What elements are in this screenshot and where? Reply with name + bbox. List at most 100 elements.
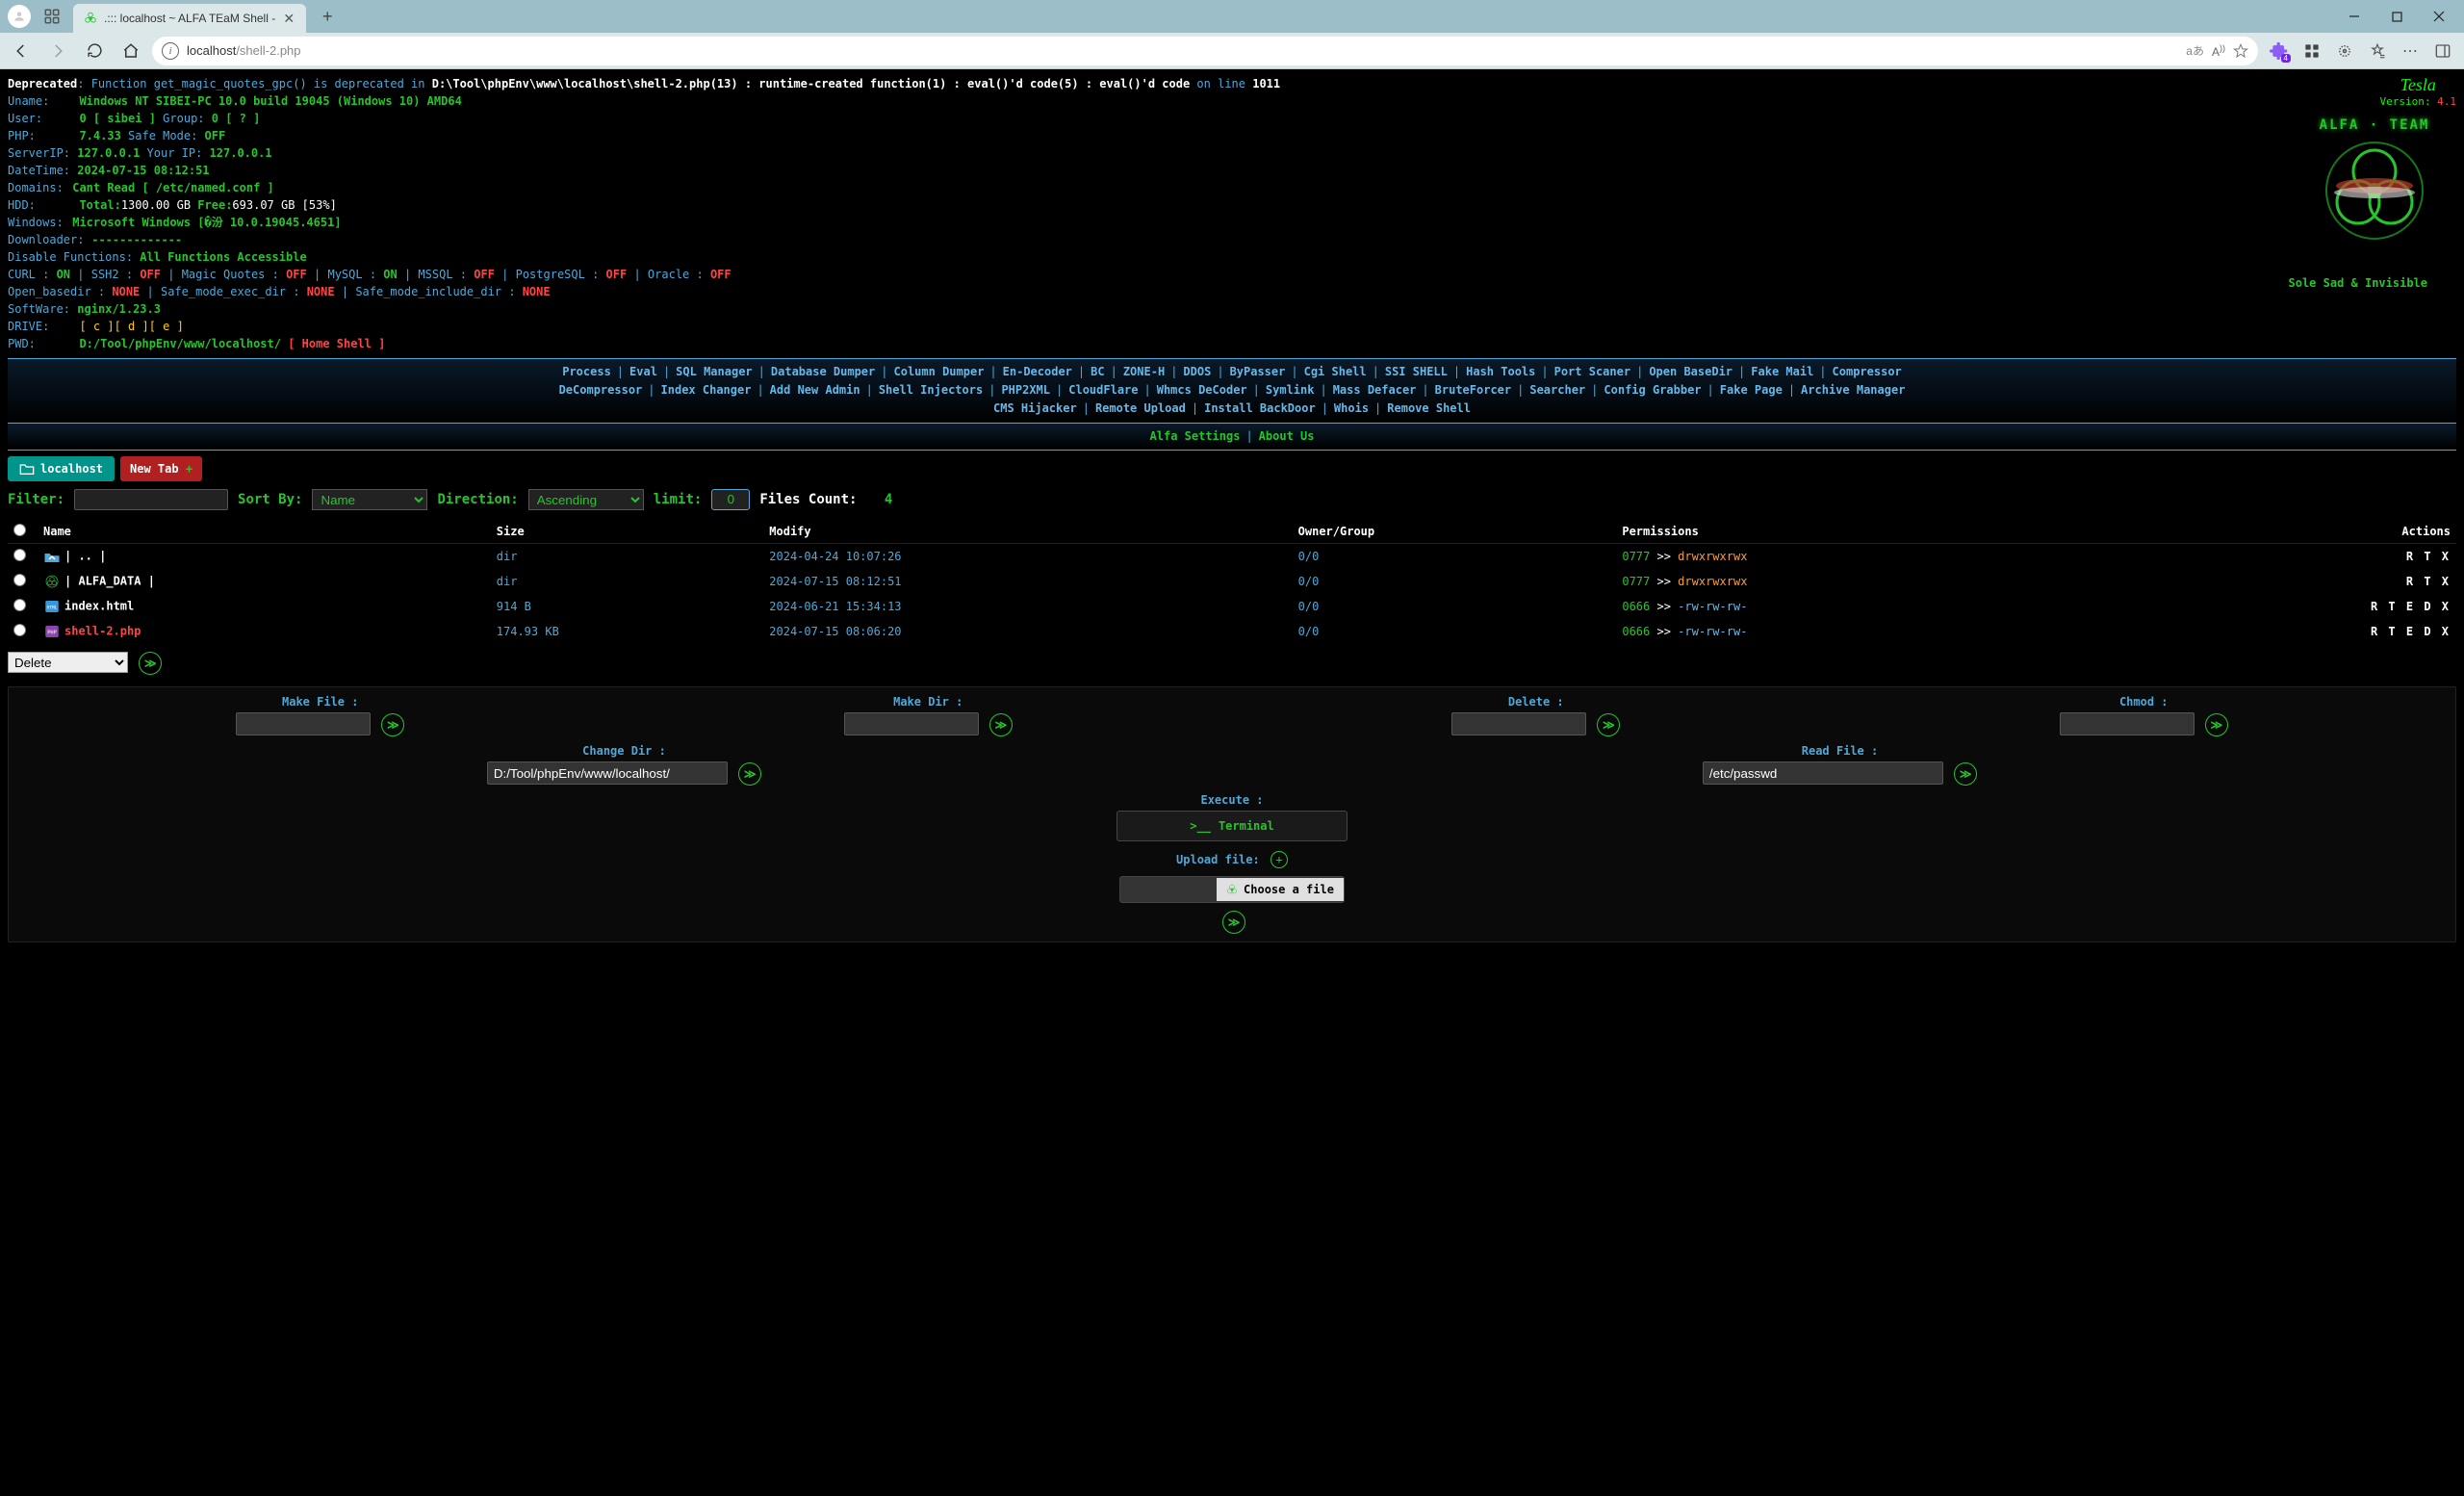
browser-tab[interactable]: .::: localhost ~ ALFA TEaM Shell - ✕ — [73, 4, 306, 33]
menu-item[interactable]: Eval — [629, 365, 657, 378]
change-dir-go[interactable]: ≫ — [738, 762, 761, 786]
row-select-radio[interactable] — [13, 574, 26, 586]
home-button[interactable] — [116, 36, 146, 66]
upload-add-button[interactable]: + — [1270, 851, 1288, 868]
menu-item[interactable]: Config Grabber — [1604, 383, 1701, 397]
direction-select[interactable]: Ascending — [528, 489, 644, 510]
menu-item[interactable]: DDOS — [1183, 365, 1211, 378]
sortby-select[interactable]: Name — [312, 489, 427, 510]
forward-button[interactable] — [42, 36, 73, 66]
menu-item[interactable]: Searcher — [1529, 383, 1585, 397]
menu-item[interactable]: BruteForcer — [1435, 383, 1511, 397]
workspaces-icon[interactable] — [38, 3, 65, 30]
back-button[interactable] — [6, 36, 37, 66]
select-all-radio[interactable] — [13, 524, 26, 536]
menu-item[interactable]: Process — [562, 365, 611, 378]
row-actions[interactable]: R T E D X — [2119, 594, 2456, 619]
site-info-icon[interactable]: i — [162, 42, 179, 60]
menu-item[interactable]: About Us — [1259, 429, 1315, 443]
menu-item[interactable]: DeCompressor — [559, 383, 643, 397]
drive-e-link[interactable]: [ e ] — [149, 320, 184, 333]
menu-item[interactable]: ByPasser — [1230, 365, 1286, 378]
menu-item[interactable]: Add New Admin — [770, 383, 860, 397]
close-window-button[interactable] — [2418, 1, 2460, 32]
menu-item[interactable]: Fake Page — [1720, 383, 1783, 397]
menu-item[interactable]: Remote Upload — [1095, 401, 1186, 415]
profile-avatar[interactable] — [8, 5, 31, 28]
menu-item[interactable]: Column Dumper — [894, 365, 985, 378]
extension-icon[interactable]: 4 — [2264, 36, 2295, 66]
shell-tab-current[interactable]: localhost — [8, 456, 115, 481]
file-name-link[interactable]: | .. | — [64, 549, 106, 562]
tab-close-button[interactable]: ✕ — [281, 11, 296, 26]
read-file-input[interactable] — [1703, 761, 1943, 785]
read-aloud-icon[interactable]: A)) — [2212, 43, 2225, 59]
file-name-link[interactable]: | ALFA_DATA | — [64, 574, 155, 587]
translate-hint[interactable]: aあ — [2186, 42, 2204, 59]
favorite-icon[interactable] — [2233, 43, 2248, 59]
menu-item[interactable]: BC — [1091, 365, 1104, 378]
menu-item[interactable]: Whois — [1334, 401, 1369, 415]
row-actions[interactable]: R T X — [2119, 543, 2456, 569]
menu-button[interactable]: ⋯ — [2395, 36, 2426, 66]
menu-item[interactable]: Archive Manager — [1801, 383, 1905, 397]
choose-file-button[interactable]: Choose a file — [1119, 876, 1345, 903]
delete-input[interactable] — [1451, 712, 1586, 735]
menu-item[interactable]: Port Scaner — [1554, 365, 1630, 378]
row-actions[interactable]: R T E D X — [2119, 619, 2456, 644]
menu-item[interactable]: Install BackDoor — [1204, 401, 1316, 415]
menu-item[interactable]: Index Changer — [661, 383, 752, 397]
bulk-go-button[interactable]: ≫ — [139, 652, 162, 675]
menu-item[interactable]: CMS Hijacker — [993, 401, 1077, 415]
menu-item[interactable]: PHP2XML — [1001, 383, 1050, 397]
file-name-link[interactable]: index.html — [64, 599, 134, 612]
menu-item[interactable]: En-Decoder — [1003, 365, 1072, 378]
read-file-go[interactable]: ≫ — [1954, 762, 1977, 786]
limit-input[interactable] — [711, 489, 750, 510]
menu-item[interactable]: Cgi Shell — [1304, 365, 1367, 378]
menu-item[interactable]: Database Dumper — [771, 365, 875, 378]
menu-item[interactable]: Symlink — [1266, 383, 1315, 397]
menu-item[interactable]: Hash Tools — [1466, 365, 1535, 378]
row-actions[interactable]: R T X — [2119, 569, 2456, 594]
bulk-action-select[interactable]: Delete — [8, 652, 128, 673]
file-name-link[interactable]: shell-2.php — [64, 624, 141, 637]
upload-go-button[interactable]: ≫ — [1222, 911, 1245, 934]
drive-d-link[interactable]: [ d ] — [115, 320, 149, 333]
change-dir-input[interactable] — [487, 761, 728, 785]
new-tab-button[interactable]: + — [314, 3, 341, 30]
menu-item[interactable]: CloudFlare — [1068, 383, 1138, 397]
menu-item[interactable]: Compressor — [1833, 365, 1902, 378]
minimize-button[interactable] — [2333, 1, 2375, 32]
menu-item[interactable]: Mass Defacer — [1333, 383, 1417, 397]
delete-go[interactable]: ≫ — [1597, 713, 1620, 736]
settings-gear-icon[interactable] — [2329, 36, 2360, 66]
terminal-button[interactable]: >__Terminal — [1116, 811, 1348, 841]
make-dir-input[interactable] — [844, 712, 979, 735]
menu-item[interactable]: Alfa Settings — [1150, 429, 1241, 443]
favorites-list-icon[interactable] — [2362, 36, 2393, 66]
row-select-radio[interactable] — [13, 624, 26, 636]
drive-c-link[interactable]: [ c ] — [79, 320, 114, 333]
menu-item[interactable]: Open BaseDir — [1649, 365, 1732, 378]
menu-item[interactable]: Fake Mail — [1751, 365, 1813, 378]
menu-item[interactable]: SQL Manager — [676, 365, 752, 378]
menu-item[interactable]: SSI SHELL — [1385, 365, 1448, 378]
row-select-radio[interactable] — [13, 549, 26, 561]
make-dir-go[interactable]: ≫ — [989, 713, 1013, 736]
filter-input[interactable] — [74, 489, 228, 510]
sidebar-toggle-icon[interactable] — [2427, 36, 2458, 66]
chmod-input[interactable] — [2060, 712, 2194, 735]
row-select-radio[interactable] — [13, 599, 26, 611]
menu-item[interactable]: ZONE-H — [1123, 365, 1165, 378]
shell-tab-new[interactable]: New Tab + — [120, 456, 202, 481]
menu-item[interactable]: Shell Injectors — [879, 383, 983, 397]
menu-item[interactable]: Whmcs DeCoder — [1157, 383, 1247, 397]
menu-item[interactable]: Remove Shell — [1387, 401, 1471, 415]
chmod-go[interactable]: ≫ — [2205, 713, 2228, 736]
make-file-go[interactable]: ≫ — [381, 713, 404, 736]
address-bar[interactable]: i localhost/shell-2.php aあ A)) — [152, 37, 2258, 65]
grid-icon[interactable] — [2297, 36, 2327, 66]
maximize-button[interactable] — [2375, 1, 2418, 32]
make-file-input[interactable] — [236, 712, 371, 735]
